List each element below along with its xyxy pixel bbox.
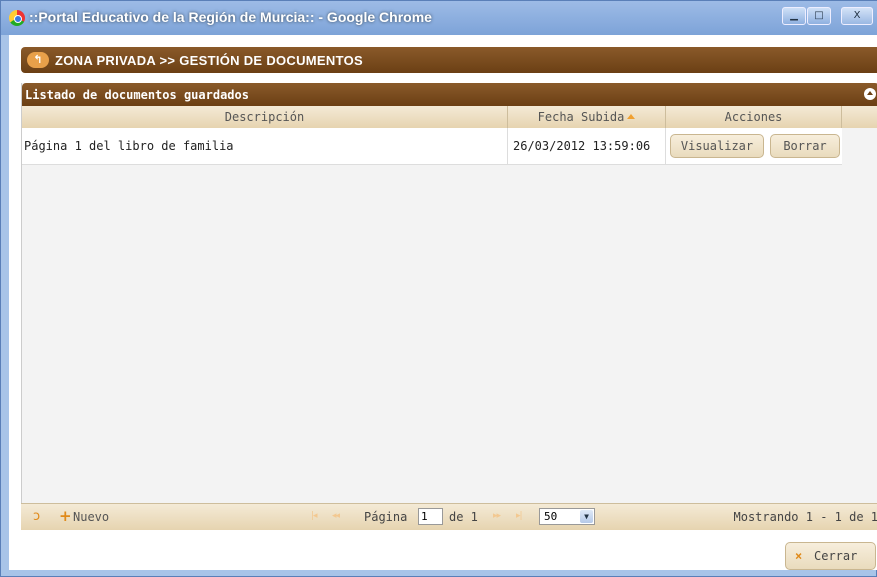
breadcrumb: ZONA PRIVADA >> GESTIÓN DE DOCUMENTOS [55, 53, 363, 68]
last-page-icon[interactable]: ▸| [516, 511, 522, 521]
plus-icon[interactable]: + [59, 507, 72, 525]
grid-caption: Listado de documentos guardados [22, 83, 877, 106]
first-page-icon[interactable]: |◂ [311, 511, 317, 521]
maximize-button[interactable]: □ [807, 7, 831, 25]
cell-date: 26/03/2012 13:59:06 [508, 128, 666, 164]
page-number-input[interactable]: 1 [418, 508, 443, 525]
chevron-down-icon[interactable]: ▼ [580, 510, 593, 523]
column-header-date[interactable]: Fecha Subida [508, 106, 666, 128]
back-icon[interactable]: ↰ [27, 52, 49, 68]
sort-ascending-icon [627, 114, 636, 119]
breadcrumb-bar: ↰ ZONA PRIVADA >> GESTIÓN DE DOCUMENTOS [21, 47, 877, 73]
delete-button[interactable]: Borrar [770, 134, 840, 158]
page-size-select[interactable]: 50 ▼ [539, 508, 595, 525]
close-icon: × [795, 549, 803, 563]
column-header-actions: Acciones [666, 106, 842, 128]
column-header-filler [842, 106, 877, 128]
refresh-icon[interactable]: ↄ [33, 509, 40, 524]
next-page-icon[interactable]: ▸▸ [493, 511, 501, 521]
close-window-button[interactable]: X [841, 7, 873, 25]
table-row[interactable]: Página 1 del libro de familia 26/03/2012… [22, 128, 842, 165]
pager-bar: ↄ + Nuevo |◂ ◂◂ Página 1 de 1 ▸▸ ▸| 50 ▼… [21, 503, 877, 530]
collapse-icon[interactable] [864, 88, 876, 100]
grid-title: Listado de documentos guardados [25, 88, 249, 102]
minimize-button[interactable]: ▁ [782, 7, 806, 25]
records-count: Mostrando 1 - 1 de 1 [733, 510, 877, 524]
window-title: ::Portal Educativo de la Región de Murci… [29, 9, 432, 25]
title-bar[interactable]: ::Portal Educativo de la Región de Murci… [1, 1, 877, 35]
previous-page-icon[interactable]: ◂◂ [332, 511, 340, 521]
page-content: ↰ ZONA PRIVADA >> GESTIÓN DE DOCUMENTOS … [9, 35, 877, 570]
page-total: de 1 [449, 510, 478, 524]
chrome-logo-icon [9, 10, 25, 26]
page-size-value: 50 [544, 510, 558, 523]
cell-description: Página 1 del libro de familia [22, 128, 508, 164]
close-button-label: Cerrar [814, 549, 858, 563]
column-header-description[interactable]: Descripción [22, 106, 508, 128]
view-button[interactable]: Visualizar [670, 134, 764, 158]
documents-grid: Listado de documentos guardados Descripc… [21, 83, 877, 525]
close-button[interactable]: × Cerrar [785, 542, 876, 570]
browser-window: ::Portal Educativo de la Región de Murci… [0, 0, 877, 577]
new-button[interactable]: Nuevo [73, 510, 109, 524]
page-label: Página [364, 510, 408, 524]
